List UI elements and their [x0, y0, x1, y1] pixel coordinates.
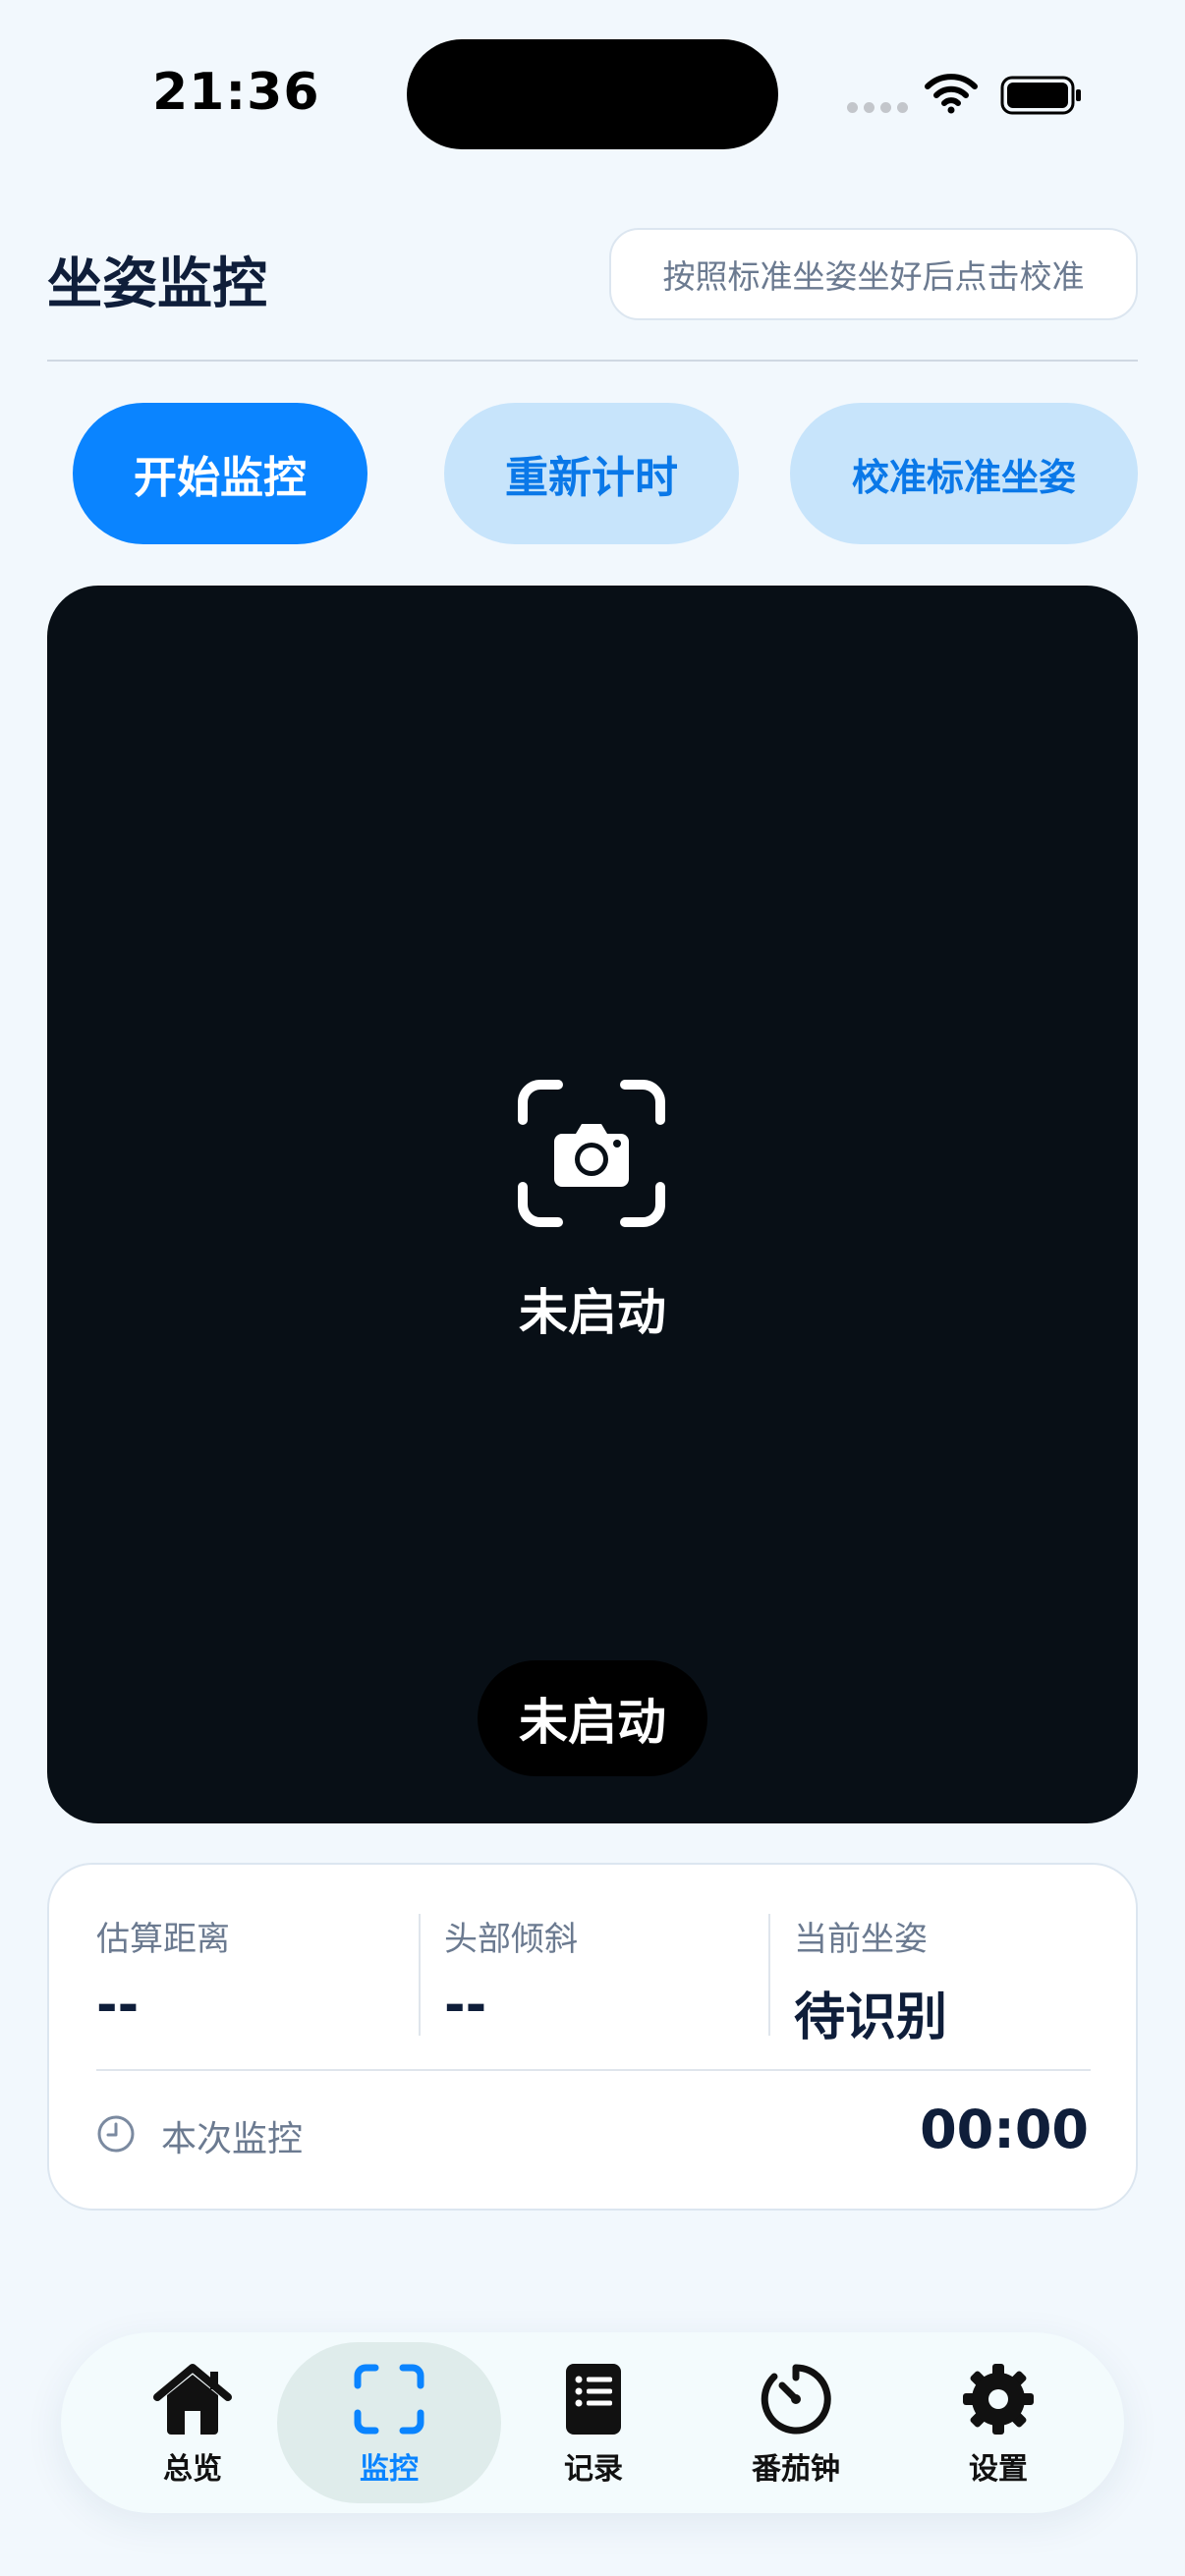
stat-divider	[768, 1914, 770, 2036]
card-divider	[96, 2069, 1091, 2071]
head-tilt-label: 头部倾斜	[444, 1920, 578, 1959]
tab-pomodoro[interactable]: 番茄钟	[684, 2342, 908, 2503]
cellular-signal-icon	[847, 102, 908, 113]
dynamic-island	[407, 39, 778, 149]
house-icon	[153, 2364, 232, 2435]
clock-icon	[97, 2115, 135, 2153]
gear-icon	[963, 2364, 1034, 2435]
tab-monitor[interactable]: 监控	[277, 2342, 501, 2503]
status-time: 21:36	[152, 63, 320, 122]
camera-status-text: 未启动	[519, 1284, 666, 1341]
posture-monitor-screen: 21:36 坐姿监控 按照标准坐姿坐好后点击校准 开始监控 重新计时 校准标准坐…	[0, 0, 1185, 2576]
timer-icon	[761, 2364, 831, 2435]
tab-label: 监控	[360, 2452, 419, 2487]
distance-label: 估算距离	[96, 1920, 230, 1959]
stats-card: 估算距离 -- 头部倾斜 -- 当前坐姿 待识别 本次监控 00:00	[47, 1863, 1138, 2211]
distance-value: --	[96, 1976, 140, 2035]
tab-settings[interactable]: 设置	[886, 2342, 1110, 2503]
tab-bar: 总览 监控 记录 番茄钟 设置	[61, 2332, 1124, 2513]
viewfinder-icon	[354, 2364, 424, 2435]
camera-preview: 未启动 未启动	[47, 586, 1138, 1823]
camera-viewfinder-icon	[518, 1080, 665, 1227]
header-divider	[47, 360, 1138, 362]
calibrate-posture-button[interactable]: 校准标准坐姿	[790, 403, 1138, 544]
posture-stat: 当前坐姿 待识别	[794, 1912, 947, 2049]
head-tilt-stat: 头部倾斜 --	[444, 1912, 578, 2035]
stat-divider	[419, 1914, 421, 2036]
start-monitoring-button[interactable]: 开始监控	[73, 403, 367, 544]
distance-stat: 估算距离 --	[96, 1912, 230, 2035]
calibration-hint: 按照标准坐姿坐好后点击校准	[609, 228, 1138, 320]
tab-overview[interactable]: 总览	[81, 2342, 305, 2503]
tab-label: 番茄钟	[752, 2452, 840, 2487]
tab-records[interactable]: 记录	[481, 2342, 705, 2503]
wifi-icon	[925, 74, 978, 114]
tab-label: 设置	[969, 2452, 1028, 2487]
battery-icon	[1000, 76, 1081, 115]
reset-timer-button[interactable]: 重新计时	[444, 403, 739, 544]
list-icon	[566, 2364, 621, 2435]
head-tilt-value: --	[444, 1976, 487, 2035]
session-label: 本次监控	[161, 2119, 304, 2159]
posture-label: 当前坐姿	[794, 1920, 928, 1959]
tab-label: 记录	[564, 2452, 623, 2487]
session-timer: 00:00	[920, 2099, 1089, 2160]
camera-status-badge: 未启动	[478, 1660, 707, 1776]
tab-label: 总览	[163, 2452, 222, 2487]
page-title: 坐姿监控	[47, 252, 267, 316]
posture-value: 待识别	[794, 1988, 948, 2047]
